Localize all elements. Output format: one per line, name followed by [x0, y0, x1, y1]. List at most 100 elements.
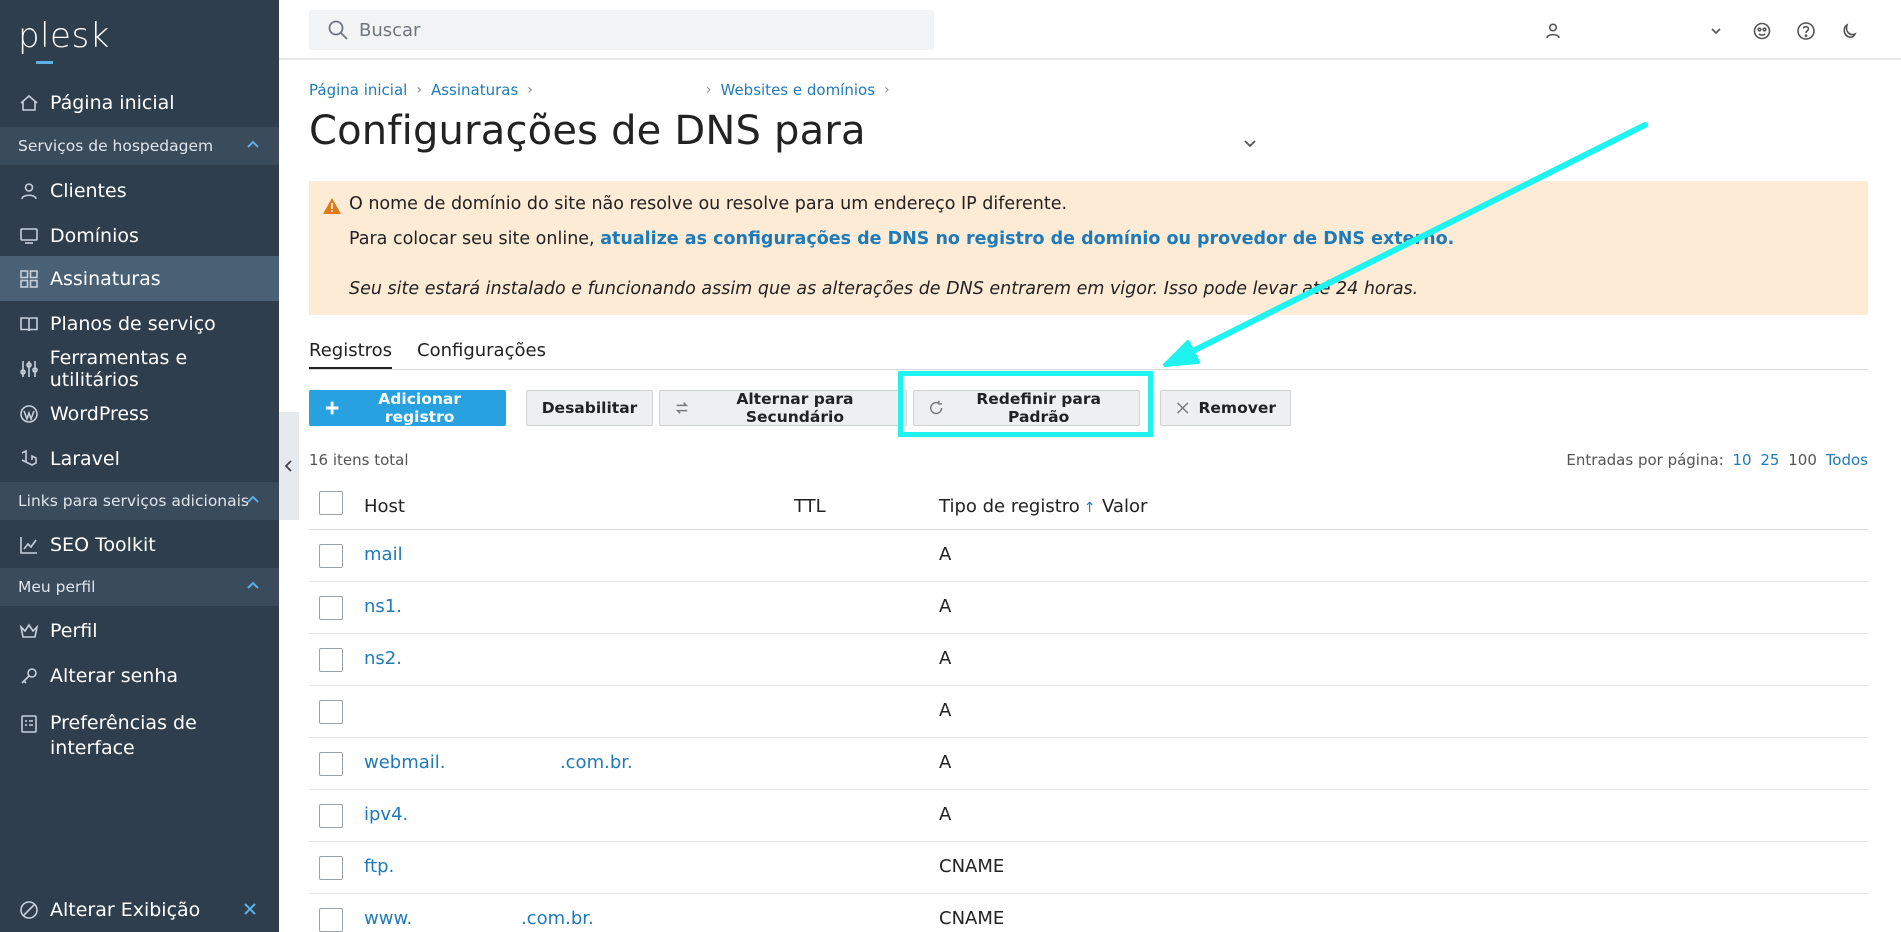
sidebar-collapse-handle[interactable] — [279, 412, 299, 520]
per-page-option-10[interactable]: 10 — [1733, 451, 1752, 469]
sidebar-item-seo-toolkit[interactable]: SEO Toolkit — [0, 522, 279, 567]
section-hosting[interactable]: Serviços de hospedagem — [0, 127, 279, 165]
table-row: mail A — [309, 530, 1868, 582]
sidebar-item-label: Domínios — [50, 224, 139, 247]
topbar — [279, 0, 1901, 60]
user-icon[interactable] — [1542, 20, 1564, 42]
switch-secondary-button[interactable]: Alternar para Secundário — [659, 390, 907, 426]
palette-icon — [18, 899, 40, 921]
wordpress-icon — [18, 403, 40, 425]
breadcrumb-websites-domains[interactable]: Websites e domínios — [721, 81, 876, 99]
sidebar-item-subscriptions[interactable]: Assinaturas — [0, 256, 279, 301]
sidebar-item-label: Laravel — [50, 447, 120, 470]
home-icon — [18, 92, 40, 114]
section-label: Links para serviços adicionais — [18, 492, 250, 510]
sidebar-item-domains[interactable]: Domínios — [0, 213, 279, 258]
table-row: A — [309, 686, 1868, 738]
sidebar: plesk Página inicial Serviços de hospeda… — [0, 0, 279, 932]
sidebar-item-wordpress[interactable]: WordPress — [0, 391, 279, 436]
moon-icon[interactable] — [1839, 20, 1861, 42]
sidebar-item-tools[interactable]: Ferramentas e utilitários — [0, 346, 279, 391]
column-value[interactable]: Valor — [1102, 496, 1147, 517]
tab-records[interactable]: Registros — [309, 340, 393, 369]
section-additional-links[interactable]: Links para serviços adicionais — [0, 482, 279, 520]
column-label: Tipo de registro — [939, 496, 1080, 517]
sidebar-item-home[interactable]: Página inicial — [0, 80, 279, 125]
help-icon[interactable] — [1795, 20, 1817, 42]
row-checkbox[interactable] — [319, 544, 343, 568]
disable-button[interactable]: Desabilitar — [526, 390, 653, 426]
column-host[interactable]: Host — [364, 496, 405, 517]
record-type: A — [939, 596, 952, 617]
table-row: www. .com.br. CNAME — [309, 894, 1868, 932]
chevron-right-icon: › — [705, 82, 712, 98]
grid-icon — [18, 268, 40, 290]
row-checkbox[interactable] — [319, 648, 343, 672]
sidebar-item-label: Clientes — [50, 179, 127, 202]
host-link[interactable]: www. .com.br. — [364, 908, 594, 929]
per-page-option-25[interactable]: 25 — [1760, 451, 1779, 469]
chevron-down-icon[interactable] — [1243, 134, 1257, 153]
close-icon[interactable] — [243, 899, 257, 921]
row-checkbox[interactable] — [319, 804, 343, 828]
breadcrumb-home[interactable]: Página inicial — [309, 81, 407, 99]
search-input[interactable] — [359, 19, 899, 41]
row-checkbox[interactable] — [319, 752, 343, 776]
host-link[interactable]: ns2. — [364, 648, 402, 669]
sidebar-change-view[interactable]: Alterar Exibição — [0, 887, 279, 932]
tabs: Registros Configurações — [309, 338, 1868, 370]
host-link[interactable]: mail — [364, 544, 403, 565]
sidebar-item-label: Página inicial — [50, 91, 175, 114]
tab-settings[interactable]: Configurações — [417, 340, 546, 367]
select-all-checkbox[interactable] — [319, 491, 343, 515]
search-icon — [328, 20, 348, 40]
sort-arrow-icon: ↑ — [1083, 500, 1096, 516]
search-box[interactable] — [309, 10, 934, 50]
chevron-right-icon: › — [527, 82, 533, 98]
per-page-option-100: 100 — [1788, 451, 1817, 469]
sidebar-item-change-password[interactable]: Alterar senha — [0, 653, 279, 698]
add-record-button[interactable]: Adicionar registro — [309, 390, 506, 426]
record-type: CNAME — [939, 856, 1005, 877]
chevron-down-icon[interactable] — [1705, 20, 1727, 42]
chevron-right-icon: › — [884, 82, 890, 98]
host-link[interactable]: ipv4. — [364, 804, 408, 825]
record-type: A — [939, 804, 952, 825]
record-type: A — [939, 700, 952, 721]
table-row: webmail. .com.br. A — [309, 738, 1868, 790]
sidebar-item-interface-preferences[interactable]: Preferências de interface — [0, 703, 279, 763]
sidebar-item-service-plans[interactable]: Planos de serviço — [0, 301, 279, 346]
laravel-icon — [18, 448, 40, 470]
record-type: A — [939, 544, 952, 565]
section-label: Meu perfil — [18, 578, 96, 596]
update-dns-link[interactable]: atualize as configurações de DNS no regi… — [600, 229, 1454, 249]
host-link[interactable]: ns1. — [364, 596, 402, 617]
sidebar-item-label: Perfil — [50, 619, 98, 642]
row-checkbox[interactable] — [319, 856, 343, 880]
page-title: Configurações de DNS para — [309, 108, 866, 154]
table-header: Host TTL Tipo de registro ↑ Valor — [309, 486, 1868, 530]
per-page-option-all[interactable]: Todos — [1826, 451, 1868, 469]
breadcrumb-subscriptions[interactable]: Assinaturas — [431, 81, 518, 99]
sidebar-item-label: SEO Toolkit — [50, 533, 156, 556]
swap-icon — [675, 402, 689, 414]
column-record-type[interactable]: Tipo de registro ↑ — [939, 496, 1096, 517]
sidebar-item-label: Alterar Exibição — [50, 898, 201, 921]
row-checkbox[interactable] — [319, 700, 343, 724]
row-checkbox[interactable] — [319, 908, 343, 932]
remove-button[interactable]: Remover — [1160, 390, 1291, 426]
logo-accent — [36, 61, 53, 64]
host-link[interactable]: webmail. .com.br. — [364, 752, 633, 773]
section-my-profile[interactable]: Meu perfil — [0, 568, 279, 606]
sidebar-item-clients[interactable]: Clientes — [0, 168, 279, 213]
chevron-left-icon — [284, 460, 292, 472]
row-checkbox[interactable] — [319, 596, 343, 620]
plesk-logo[interactable]: plesk — [18, 16, 110, 56]
column-ttl[interactable]: TTL — [794, 496, 826, 517]
host-link[interactable]: ftp. — [364, 856, 394, 877]
per-page-label: Entradas por página: — [1566, 451, 1724, 469]
sidebar-item-laravel[interactable]: Laravel — [0, 436, 279, 481]
extension-icon[interactable] — [1751, 20, 1773, 42]
warning-icon — [322, 197, 342, 219]
sidebar-item-profile[interactable]: Perfil — [0, 608, 279, 653]
